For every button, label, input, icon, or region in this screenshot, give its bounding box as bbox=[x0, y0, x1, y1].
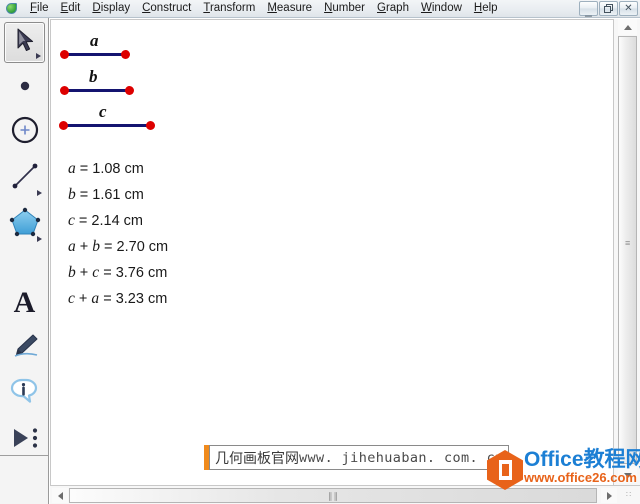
menu-bar: File Edit Display Construct Transform Measure… bbox=[0, 0, 640, 18]
point-tool[interactable] bbox=[4, 68, 45, 109]
geometers-sketchpad-window: File Edit Display Construct Transform Measure… bbox=[0, 0, 640, 504]
point-icon bbox=[17, 78, 33, 99]
chevron-flyout-icon bbox=[37, 190, 42, 196]
compass-circle-icon bbox=[10, 115, 40, 150]
measurement-row[interactable]: a + b = 2.70 cm bbox=[68, 234, 168, 260]
triangle-down-icon bbox=[623, 472, 632, 478]
segment-endpoint[interactable] bbox=[125, 86, 134, 95]
window-controls: _ ✕ bbox=[579, 1, 638, 16]
horizontal-scroll-thumb[interactable]: ∥∥ bbox=[69, 488, 597, 503]
menu-item-graph[interactable]: Graph bbox=[371, 1, 415, 17]
menu-item-display[interactable]: Display bbox=[86, 1, 136, 17]
chevron-flyout-icon bbox=[36, 53, 41, 59]
pencil-marker-icon bbox=[10, 332, 40, 365]
grip-lines-icon: ∥∥ bbox=[328, 491, 339, 501]
menu-item-file[interactable]: File bbox=[24, 1, 55, 17]
segment-line[interactable] bbox=[63, 124, 151, 127]
menu-item-edit[interactable]: Edit bbox=[55, 1, 87, 17]
minimize-icon: _ bbox=[585, 3, 592, 17]
marker-tool[interactable] bbox=[4, 328, 45, 369]
menu-item-measure[interactable]: Measure bbox=[261, 1, 318, 17]
text-a-icon: A bbox=[13, 285, 36, 319]
measurement-row[interactable]: c = 2.14 cm bbox=[68, 208, 168, 234]
segment-endpoint[interactable] bbox=[60, 50, 69, 59]
sketch-canvas[interactable]: abc a = 1.08 cm b = 1.61 cm c = 2.14 cm a +… bbox=[50, 19, 613, 485]
chevron-flyout-icon bbox=[37, 236, 42, 242]
grip-lines-icon: ≡ bbox=[625, 238, 631, 248]
segment-endpoint[interactable] bbox=[59, 121, 68, 130]
geometer-leaf-icon bbox=[4, 2, 20, 16]
menu-item-help[interactable]: Help bbox=[468, 1, 504, 17]
segment-label-b[interactable]: b bbox=[89, 67, 98, 87]
measurement-row[interactable]: b + c = 3.76 cm bbox=[68, 260, 168, 286]
segment-endpoint[interactable] bbox=[121, 50, 130, 59]
polygon-tool[interactable] bbox=[4, 204, 45, 245]
textbox-content: 几何画板官网 www. jihehuaban. com. cn bbox=[209, 445, 509, 470]
play-dots-icon bbox=[10, 426, 40, 455]
resize-grip-icon[interactable]: ∷ bbox=[626, 490, 638, 502]
horizontal-scrollbar[interactable]: ∥∥ ∷ bbox=[50, 485, 640, 504]
restore-icon bbox=[600, 2, 617, 15]
segment-endpoint[interactable] bbox=[146, 121, 155, 130]
triangle-up-icon bbox=[623, 24, 632, 30]
measurement-row[interactable]: a = 1.08 cm bbox=[68, 156, 168, 182]
watermark-cn-text: 几何画板官网 bbox=[215, 450, 299, 467]
segment-label-c[interactable]: c bbox=[99, 102, 107, 122]
segment-line[interactable] bbox=[64, 53, 126, 56]
measurements-list: a = 1.08 cm b = 1.61 cm c = 2.14 cm a + b =… bbox=[68, 156, 168, 312]
close-button[interactable]: ✕ bbox=[619, 1, 638, 16]
straightedge-tool[interactable] bbox=[4, 158, 45, 199]
vertical-scroll-thumb[interactable]: ≡ bbox=[618, 36, 637, 464]
scroll-up-button[interactable] bbox=[618, 19, 637, 35]
menu-items-container: File Edit Display Construct Transform Measure… bbox=[24, 1, 504, 17]
info-bubble-icon bbox=[9, 378, 41, 411]
vertical-scrollbar[interactable]: ≡ bbox=[613, 19, 640, 485]
information-tool[interactable] bbox=[4, 374, 45, 415]
compass-circle-tool[interactable] bbox=[4, 112, 45, 153]
line-segment-icon bbox=[10, 161, 40, 196]
triangle-right-icon bbox=[606, 491, 612, 500]
scroll-left-button[interactable] bbox=[52, 488, 68, 503]
measurement-row[interactable]: b = 1.61 cm bbox=[68, 182, 168, 208]
segment-line[interactable] bbox=[64, 89, 130, 92]
close-icon: ✕ bbox=[624, 3, 633, 14]
menu-item-window[interactable]: Window bbox=[415, 1, 468, 17]
restore-button[interactable] bbox=[599, 1, 618, 16]
polygon-icon bbox=[9, 207, 41, 242]
measurement-row[interactable]: c + a = 3.23 cm bbox=[68, 286, 168, 312]
triangle-left-icon bbox=[57, 491, 63, 500]
menu-item-construct[interactable]: Construct bbox=[136, 1, 197, 17]
menu-item-number[interactable]: Number bbox=[318, 1, 371, 17]
segment-label-a[interactable]: a bbox=[90, 31, 99, 51]
watermark-url-text: www. jihehuaban. com. cn bbox=[299, 449, 504, 466]
toolbox-panel: A bbox=[0, 18, 49, 504]
segment-endpoint[interactable] bbox=[60, 86, 69, 95]
text-tool[interactable]: A bbox=[4, 282, 45, 323]
site-watermark-textbox[interactable]: 几何画板官网 www. jihehuaban. com. cn bbox=[204, 445, 509, 470]
arrow-select-tool[interactable] bbox=[4, 22, 45, 63]
arrow-cursor-icon bbox=[14, 27, 36, 58]
scroll-down-button[interactable] bbox=[618, 467, 637, 483]
menu-item-transform[interactable]: Transform bbox=[197, 1, 261, 17]
scroll-right-button[interactable] bbox=[601, 488, 617, 503]
toolbox-separator bbox=[0, 455, 48, 456]
minimize-button[interactable]: _ bbox=[579, 1, 598, 16]
